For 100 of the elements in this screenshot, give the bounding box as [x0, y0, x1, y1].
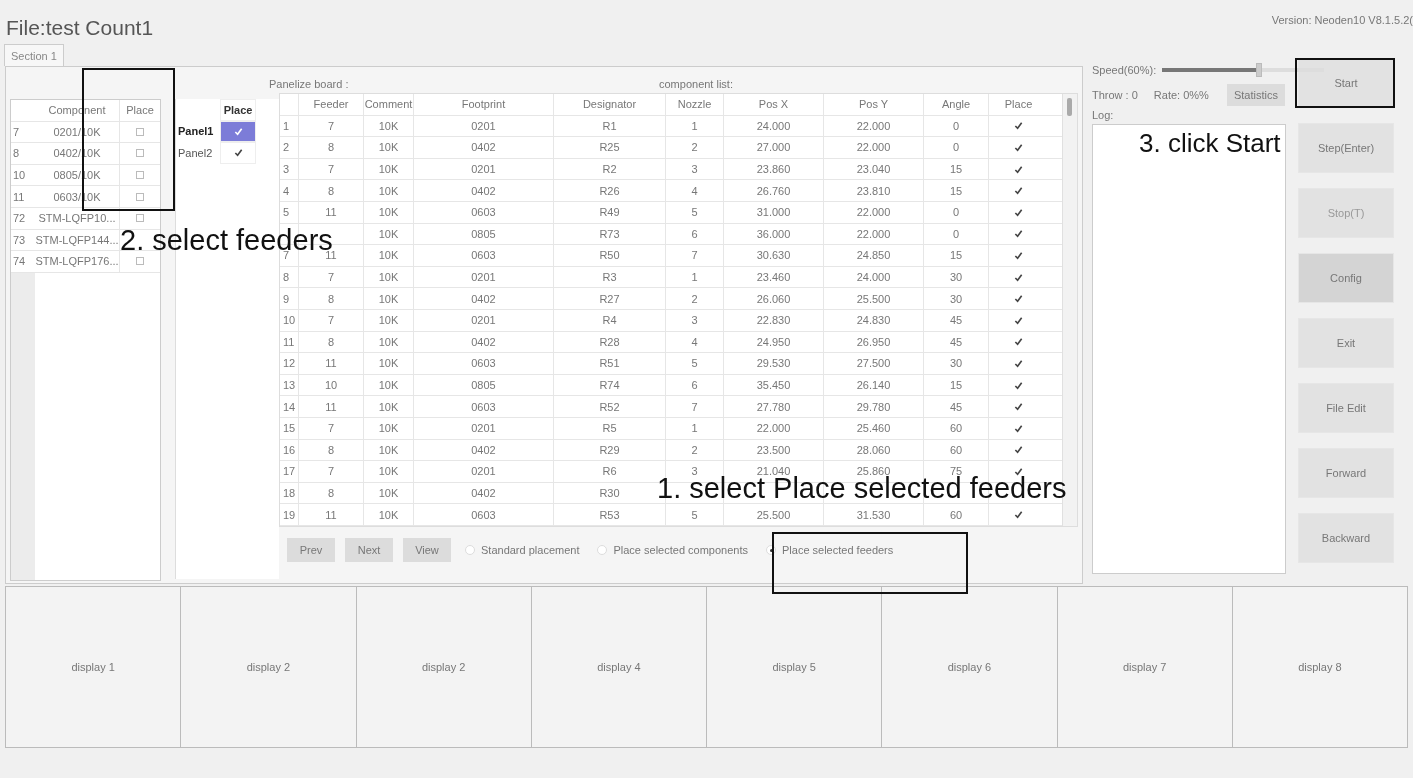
- check-icon[interactable]: [1014, 380, 1023, 390]
- table-cell: 3: [691, 163, 698, 176]
- table-cell: 0603: [471, 508, 496, 521]
- row-number: 8: [283, 271, 290, 284]
- check-icon[interactable]: [1014, 445, 1023, 455]
- radio-option[interactable]: Place selected feeders: [766, 544, 894, 556]
- table-cell: R29: [599, 443, 620, 456]
- table-cell: 8: [327, 141, 335, 154]
- nav-button[interactable]: Next: [345, 538, 393, 562]
- check-icon[interactable]: [1014, 250, 1023, 260]
- table-cell: 15: [949, 184, 963, 197]
- check-icon[interactable]: [1014, 402, 1023, 412]
- check-icon[interactable]: [1014, 423, 1023, 433]
- display-label: display 8: [1298, 661, 1342, 673]
- row-number: 16: [283, 443, 296, 456]
- column-header: Comment: [363, 94, 413, 115]
- table-cell: 0402: [471, 184, 496, 197]
- checkbox[interactable]: [136, 127, 144, 136]
- table-cell: 4: [691, 335, 698, 348]
- table-cell: 7: [327, 163, 335, 176]
- window-title: File:test Count1: [6, 16, 154, 40]
- table-cell: R26: [599, 184, 620, 197]
- check-icon[interactable]: [1014, 358, 1023, 368]
- check-icon[interactable]: [1014, 294, 1023, 304]
- radio-option[interactable]: Standard placement: [465, 544, 580, 556]
- table-cell: 0402: [471, 292, 496, 305]
- version-label: Version: Neoden10 V8.1.5.2(: [1271, 14, 1413, 28]
- side-button[interactable]: Start: [1298, 58, 1394, 108]
- check-icon[interactable]: [1014, 315, 1023, 325]
- display-label: display 2: [246, 661, 291, 673]
- radio-option[interactable]: Place selected components: [597, 544, 748, 556]
- check-icon[interactable]: [1014, 186, 1023, 196]
- table-cell: 8: [327, 443, 335, 456]
- table-cell: R5: [602, 422, 617, 435]
- check-icon[interactable]: [1014, 143, 1023, 152]
- check-icon[interactable]: [1014, 207, 1023, 217]
- checkbox[interactable]: [136, 257, 144, 266]
- side-button[interactable]: Forward: [1298, 448, 1394, 498]
- table-cell: R6: [602, 465, 617, 478]
- check-icon[interactable]: [1014, 466, 1023, 476]
- nav-button[interactable]: Prev: [287, 538, 335, 562]
- column-header: Pos X: [723, 94, 823, 115]
- table-cell: 10K: [378, 184, 399, 197]
- table-cell: 24.950: [756, 335, 791, 348]
- side-button[interactable]: Backward: [1298, 513, 1394, 563]
- side-button[interactable]: File Edit: [1298, 383, 1394, 433]
- table-cell: 30: [949, 357, 963, 370]
- check-icon[interactable]: [233, 148, 243, 158]
- table-cell: 10K: [378, 227, 399, 240]
- table-cell: 15: [949, 379, 963, 391]
- panel-name[interactable]: Panel1: [176, 120, 220, 143]
- nav-button[interactable]: View: [403, 538, 451, 562]
- section-tab[interactable]: Section 1: [4, 44, 64, 66]
- table-cell: R25: [599, 141, 620, 154]
- table-cell: 29.530: [756, 357, 791, 370]
- table-cell: 10K: [378, 271, 399, 284]
- checkbox[interactable]: [136, 214, 144, 223]
- table-cell: 7: [327, 119, 335, 132]
- row-number: 2: [283, 141, 290, 154]
- table-cell: 10K: [378, 119, 399, 132]
- column-header: Nozzle: [665, 94, 723, 115]
- column-header: Feeder: [298, 94, 363, 115]
- table-cell: 0805: [471, 379, 496, 391]
- table-cell: R52: [599, 400, 620, 413]
- table-cell: 0603: [471, 400, 496, 413]
- check-icon[interactable]: [1014, 229, 1023, 239]
- side-button[interactable]: Config: [1298, 253, 1394, 303]
- table-cell: 5: [691, 206, 698, 219]
- table-cell: R2: [602, 163, 617, 176]
- table-cell: 2: [691, 443, 698, 456]
- table-cell: 0603: [471, 249, 496, 262]
- table-cell: 7: [327, 271, 335, 284]
- check-icon[interactable]: [1014, 337, 1023, 347]
- table-cell: 10K: [378, 163, 399, 176]
- table-cell: 22.000: [756, 422, 791, 435]
- check-icon[interactable]: [1014, 121, 1023, 131]
- check-icon[interactable]: [1014, 272, 1023, 282]
- table-cell: 0402: [471, 443, 496, 456]
- side-button[interactable]: Exit: [1298, 318, 1394, 368]
- row-number: 18: [283, 487, 296, 499]
- table-title: component list:: [659, 78, 733, 90]
- checkbox[interactable]: [136, 171, 144, 180]
- table-cell: 6: [691, 379, 698, 391]
- table-cell: 5: [691, 508, 698, 521]
- statistics-button[interactable]: Statistics: [1226, 84, 1285, 106]
- checkbox[interactable]: [136, 192, 144, 201]
- table-cell: 0201: [471, 422, 496, 435]
- table-cell: 10: [324, 379, 338, 391]
- table-cell: 0402: [471, 335, 496, 348]
- panel-name[interactable]: Panel2: [176, 142, 220, 164]
- display-label: display 5: [772, 661, 816, 673]
- check-icon[interactable]: [1014, 164, 1023, 174]
- check-icon[interactable]: [1014, 510, 1023, 520]
- checkbox[interactable]: [136, 149, 144, 158]
- side-button[interactable]: Step(Enter): [1298, 123, 1394, 173]
- table-cell: 36.000: [756, 227, 791, 240]
- table-cell: 7: [327, 422, 335, 435]
- table-cell: R28: [599, 335, 620, 348]
- table-cell: 10K: [378, 487, 399, 499]
- table-cell: 10K: [378, 249, 399, 262]
